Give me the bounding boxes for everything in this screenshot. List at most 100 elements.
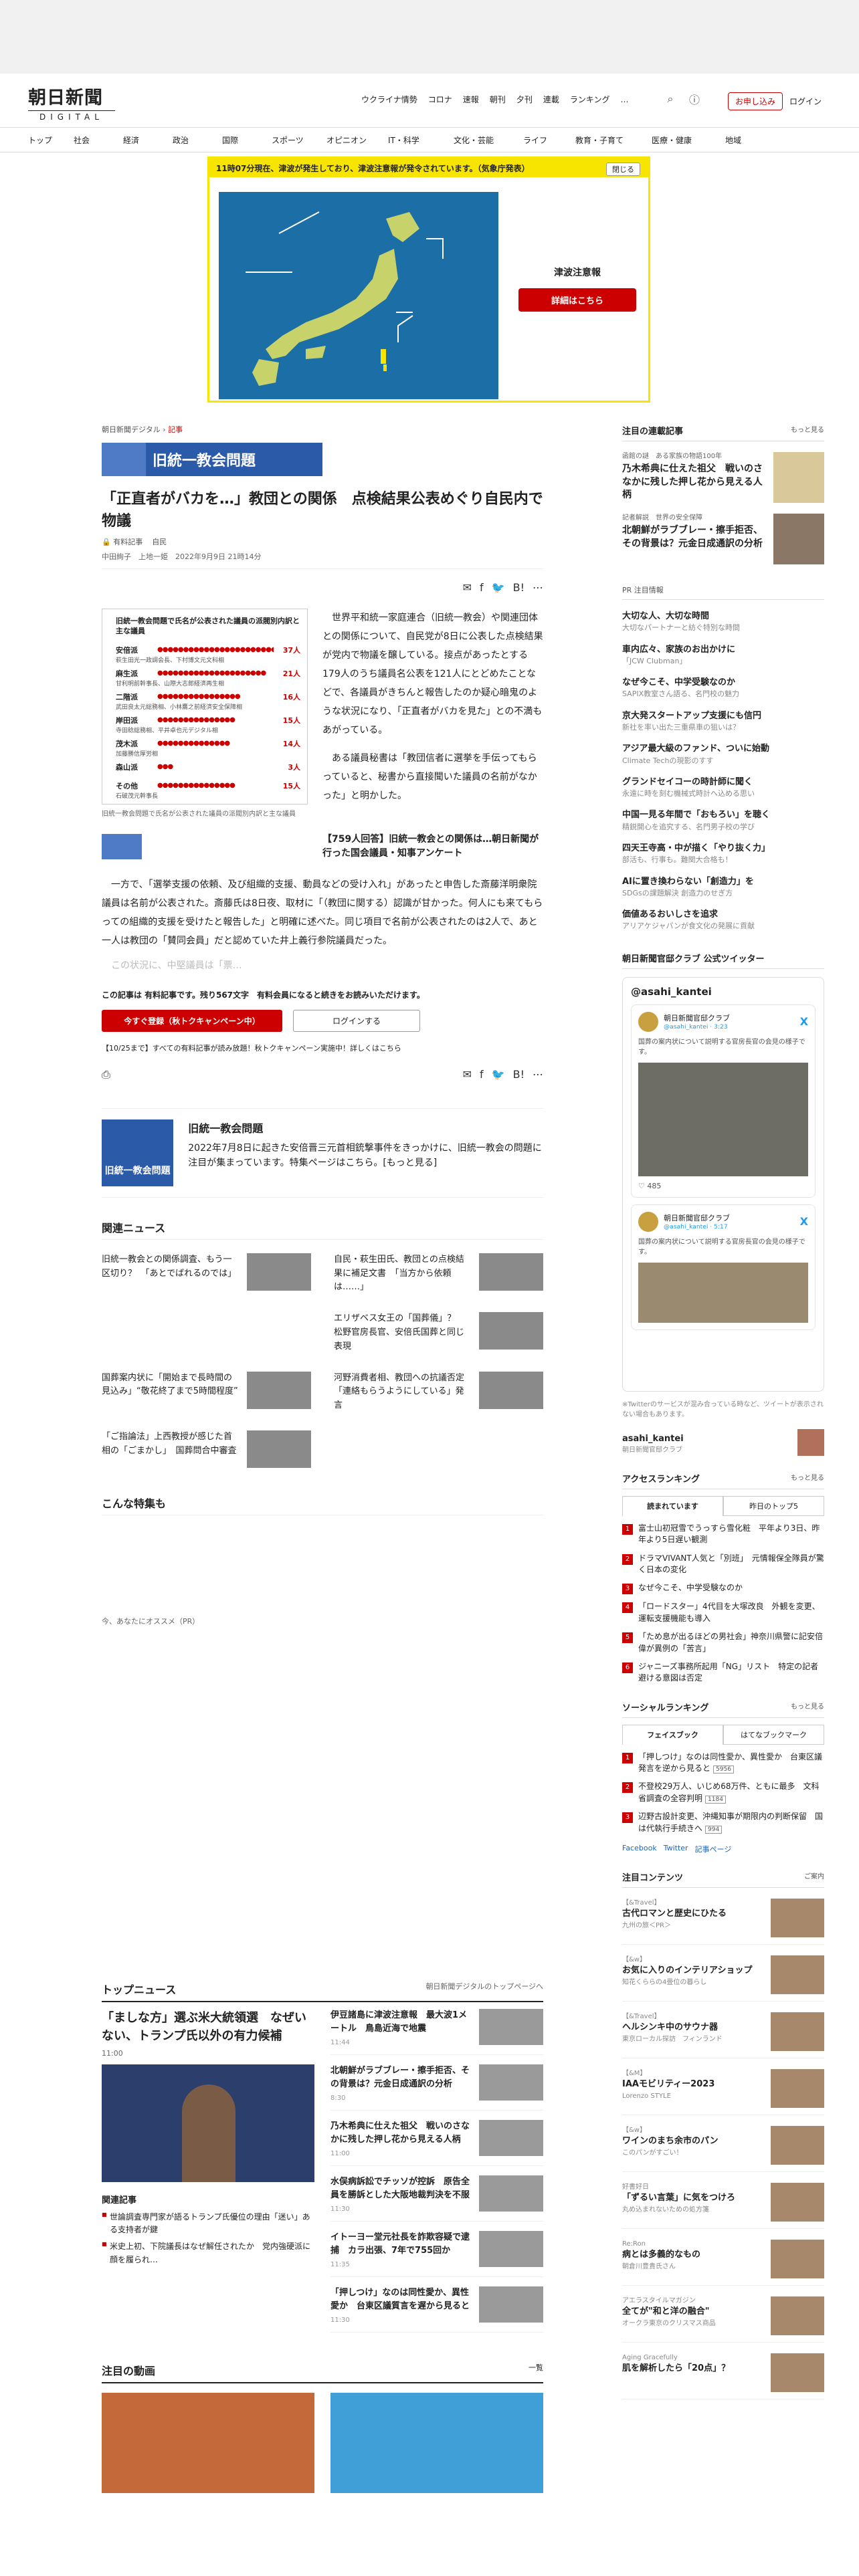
tweet[interactable]: 朝日新聞官邸クラブ @asahi_kantei · 5:17 X 国葬の案内状につい… [631,1204,816,1330]
nav-item[interactable]: 文化・芸能 [454,134,523,146]
tweet[interactable]: 朝日新聞官邸クラブ @asahi_kantei · 3:23 X 国葬の案内状につい… [631,1004,816,1198]
twitter-account-link[interactable]: asahi_kantei 朝日新聞官邸クラブ [622,1428,824,1456]
topic-tag[interactable]: 自民 [152,536,167,547]
content-item[interactable]: 好書好日 「ずるい言葉」に気をつけろ 丸め込まれないための処方箋 [622,2183,824,2230]
more-link[interactable]: もっと見る [791,424,824,437]
more-link[interactable]: もっと見る [791,1472,824,1485]
help-icon[interactable]: ⓘ [686,91,702,107]
pr-item[interactable]: アジア最大級のファンド、ついに始動 Climate Techの現影のすす [622,743,824,766]
tab-facebook[interactable]: フェイスブック [622,1724,723,1745]
tab-hatena[interactable]: はてなブックマーク [723,1724,824,1745]
twitter-icon[interactable]: 🐦 [492,581,505,594]
nav-item[interactable]: ライフ [523,134,575,146]
search-icon[interactable]: ⌕ [662,91,678,107]
top-news-link[interactable]: 朝日新聞デジタルのトップページへ [425,1981,543,1997]
tab-read[interactable]: 読まれています [622,1495,723,1516]
topmenu-item[interactable]: 連載 [538,94,565,105]
news-item[interactable]: 北朝鮮がラブブレー・擦手拒否、その背景は？元金日成通訳の分析 8:30 [330,2064,543,2111]
topmenu-item[interactable]: 速報 [458,94,484,105]
more-menu-button[interactable]: … [615,95,634,104]
topmenu-item[interactable]: ウクライナ情勢 [356,94,423,105]
nav-item[interactable]: スポーツ [272,134,326,146]
pr-item[interactable]: 車内広々、家族のお出かけに 「JCW Clubman」 [622,644,824,667]
content-item[interactable]: 【&w】 お気に入りのインテリアショップ 知花くららの4畳位の暮らし [622,1955,824,2002]
kanren-item[interactable]: 世論調査専門家が語るトランプ氏優位の理由「迷い」ある支持者が鍵 [102,2211,314,2236]
content-item[interactable]: Re:Ron 病とは多義的なもの 朝倉川豊貴氏さん [622,2240,824,2286]
nav-item[interactable]: 医療・健康 [652,134,725,146]
mail-icon[interactable]: ✉ [463,581,472,594]
twitter-link[interactable]: Twitter [664,1844,688,1854]
heart-icon[interactable]: ♡ [638,1182,645,1190]
social-item[interactable]: 1 「押しつけ」なのは同性愛か、異性愛か 台東区議発言を逆から見ると 5956 [622,1751,824,1775]
ranking-item[interactable]: 1 富士山初冠雪でうっすら雪化粧 平年より3日、昨年より5日遅い観測 [622,1523,824,1546]
topmenu-item[interactable]: 夕刊 [511,94,538,105]
content-item[interactable]: 【&Travel】 ヘルシンキ中のサウナ器 東京ローカル探訪 フィンランド [622,2012,824,2059]
content-item[interactable]: 【&M】 IAAモビリティー2023 Lorenzo STYLE [622,2069,824,2116]
ranking-item[interactable]: 2 ドラマVIVANT人気と「別班」 元情報保全隊員が驚く日本の変化 [622,1553,824,1576]
more-icon[interactable]: ⋯ [533,581,543,594]
news-item[interactable]: 伊豆諸島に津波注意報 最大波1メートル 鳥島近海で地震 11:44 [330,2009,543,2055]
social-item[interactable]: 2 不登校29万人、いじめ68万件、ともに最多 文科省調査の全容判明 1184 [622,1781,824,1804]
nav-item[interactable]: トップ [28,134,74,146]
topmenu-item[interactable]: ランキング [565,94,615,105]
nav-item[interactable]: 社会 [74,134,123,146]
hatena-icon[interactable]: B! [513,581,524,594]
campaign-notice[interactable]: 【10/25まで】すべての有料記事が読み放題！秋トクキャンペーン実施中！詳しくは… [102,1043,543,1053]
news-item[interactable]: 「押しつけ」なのは同性愛か、異性愛か 台東区議質言を遅から見ると 11:30 [330,2286,543,2333]
nav-item[interactable]: オピニオン [326,134,388,146]
facebook-icon[interactable]: f [480,581,484,594]
twitter-account[interactable]: @asahi_kantei [631,986,816,998]
serial-item[interactable]: 記者解説 世界の安全保障 北朝鮮がラブブレー・擦手拒否、その背景は？元金日成通訳の… [622,514,824,564]
nav-item[interactable]: 政治 [173,134,222,146]
article-figure[interactable]: 旧統一教会問題で氏名が公表された議員の派閥別内訳と主な議員 安倍派 ●●●●●●●… [102,609,308,819]
content-item[interactable]: 【&w】 ワインのまち余市のパン このパンがすごい！ [622,2126,824,2173]
site-logo[interactable]: 朝日新聞 DIGITAL [28,83,115,122]
video-thumb[interactable] [102,2393,314,2493]
related-item[interactable]: 河野消費者相、教団への抗議否定 「連絡もらうようにしている」発言 [334,1371,543,1413]
pr-item[interactable]: 価値あるおいしさを追求 アリアケジャパンが食文化の発展に貢献 [622,909,824,932]
twitter-icon[interactable]: 🐦 [492,1068,505,1081]
ranking-item[interactable]: 3 なぜ今こそ、中学受験なのか [622,1582,824,1595]
inline-related-article[interactable]: 【759人回答】旧統一教会との関係は…朝日新聞が行った国会議員・知事アンケート [102,833,543,861]
facebook-link[interactable]: Facebook [622,1844,657,1854]
top-news-main[interactable]: 「ましな方」選ぶ米大統領選 なぜいない、トランプ氏以外の有力候補 11:00 関… [102,2009,314,2342]
nav-item[interactable]: 教育・子育て [575,134,652,146]
video-list-link[interactable]: 一覧 [529,2362,543,2378]
related-item[interactable]: 自民・萩生田氏、教団との点検結果に補足文書 「当方から依頼は……」 [334,1253,543,1295]
social-item[interactable]: 3 辺野古設計変更、沖縄知事が期限内の判断保留 国は代執行手続きへ 994 [622,1811,824,1834]
guide-link[interactable]: ご案内 [804,1870,824,1883]
nav-item[interactable]: 国際 [222,134,272,146]
hatena-icon[interactable]: B! [513,1068,524,1081]
content-item[interactable]: 【&Travel】 古代ロマンと歴史にひたる 九州の旅＜PR＞ [622,1899,824,1945]
content-item[interactable]: Aging Gracefully 肌を解析したら「20点」？ [622,2353,824,2400]
news-item[interactable]: 水俣病訴訟でチッソが控訴 原告全員を勝訴とした大阪地裁判決を不服 11:30 [330,2175,543,2222]
pr-item[interactable]: なぜ今こそ、中学受験なのか SAPIX教室さん語る、名門校の魅力 [622,677,824,700]
related-item[interactable]: 「ご指論法」上西教授が感じた首相の「ごまかし」 国葬問合中審査 [102,1430,311,1468]
ranking-item[interactable]: 4 「ロードスター」4代目を大塚改良 外観を変更、運転支援機能も導入 [622,1601,824,1624]
related-item[interactable]: 旧統一教会との関係調査、もう一区切り？ 「あとでばれるのでは」 [102,1253,311,1295]
mail-icon[interactable]: ✉ [463,1068,472,1081]
more-icon[interactable]: ⋯ [533,1068,543,1081]
feature-box[interactable]: 旧統一教会問題 旧統一教会問題 2022年7月8日に起きた安倍晋三元首相銃撃事件… [102,1107,543,1198]
news-item[interactable]: イトーヨー堂元社長を詐欺容疑で逮捕 カラ出張、7年で755回か 11:35 [330,2231,543,2277]
pr-item[interactable]: グランドセイコーの時計師に聞く 永遠に時を刻む機械式時計へ込める思い [622,776,824,799]
ranking-item[interactable]: 5 「ため息が出るほどの男社会」神奈川県警に記安倍偉が異例の「苦言」 [622,1631,824,1654]
nav-item[interactable]: IT・科学 [388,134,454,146]
breadcrumb-cat[interactable]: 記事 [168,425,183,434]
tab-yesterday[interactable]: 昨日のトップ5 [723,1495,824,1516]
serial-item[interactable]: 函館の謎 ある家族の物語100年 乃木希典に仕えた祖父 戦いのさなかに残した押し花… [622,452,824,503]
pr-item[interactable]: 中国一見る年間で「おもろい」を聴く 精鋭開心を追究する、名門男子校の学び [622,809,824,832]
article-page-link[interactable]: 記事ページ [695,1844,732,1854]
breadcrumb-site[interactable]: 朝日新聞デジタル [102,425,161,434]
apply-button[interactable]: お申し込み [728,92,783,110]
video-thumb[interactable] [330,2393,543,2493]
pr-item[interactable]: 四天王寺高・中が描く「やり抜く力」 部活も、行事も。難関大合格も！ [622,843,824,865]
tsunami-detail-button[interactable]: 詳細はこちら [518,288,636,312]
topmenu-item[interactable]: 朝刊 [484,94,511,105]
kanren-item[interactable]: 米史上初、下院議長はなぜ解任されたか 党内強硬派に顔を履られ… [102,2240,314,2266]
more-link[interactable]: もっと見る [791,1701,824,1713]
print-icon[interactable]: ⎙ [102,1068,110,1081]
login-link[interactable]: ログイン [789,96,822,107]
related-item[interactable]: エリザベス女王の「国葬儀」？ 松野官房長官、安倍氏国葬と同じ表現 [334,1312,543,1354]
topic-banner[interactable]: 旧統一教会問題 [102,443,322,476]
